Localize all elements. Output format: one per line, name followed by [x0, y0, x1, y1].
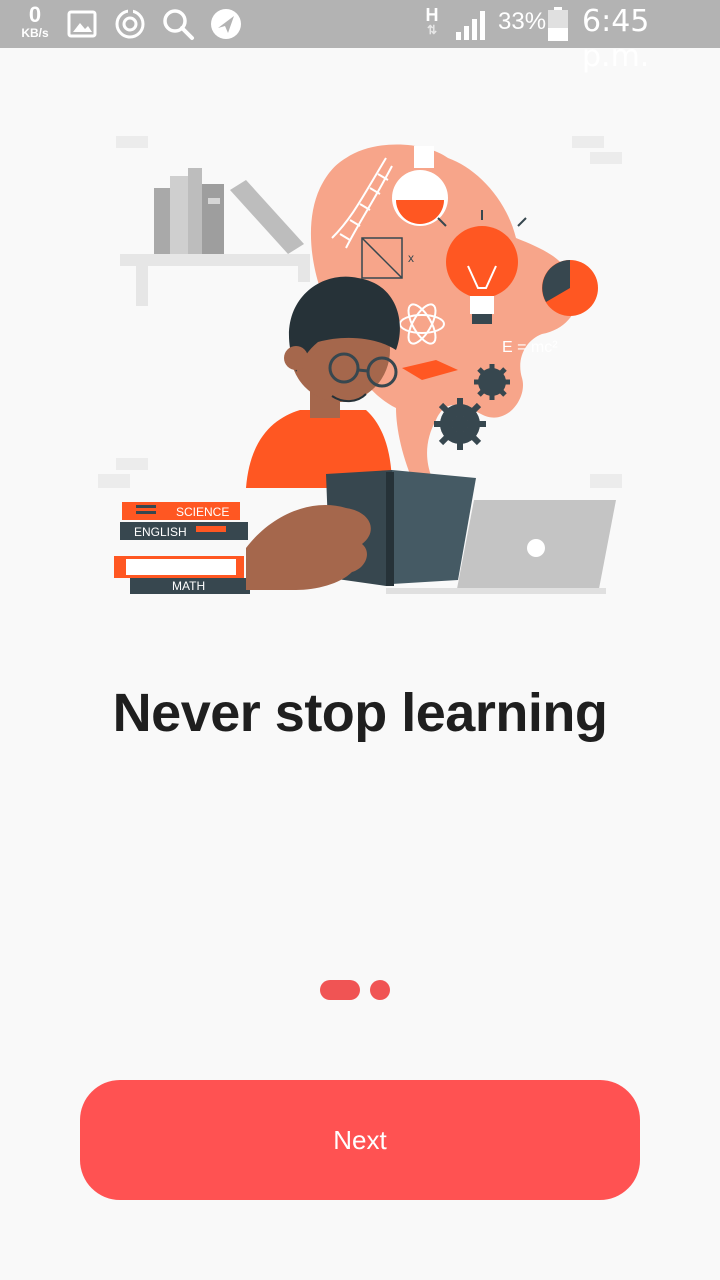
battery-icon	[548, 7, 568, 41]
gear-small-icon	[474, 364, 510, 400]
formula-text: E = mc²	[502, 339, 558, 356]
book-label-math: MATH	[172, 579, 205, 593]
next-button[interactable]: Next	[80, 1080, 640, 1200]
gear-large-icon	[434, 398, 486, 450]
pie-chart-icon	[542, 260, 598, 316]
network-speed-unit: KB/s	[21, 26, 49, 40]
student-reading-illustration: x E = mc² SCIENCE ENGLISH MATH	[98, 136, 622, 594]
network-type-label: H	[425, 5, 439, 25]
signal-icon	[456, 11, 485, 40]
book-label-english: ENGLISH	[134, 525, 187, 539]
student-figure	[246, 276, 400, 488]
book-stack: SCIENCE ENGLISH MATH	[114, 502, 250, 594]
book-label-science: SCIENCE	[176, 505, 229, 519]
page-indicator-dot-active[interactable]	[320, 980, 360, 1000]
clock: 6:45 p.m.	[582, 4, 650, 74]
battery-percent: 33%	[498, 8, 547, 35]
search-icon	[163, 9, 194, 40]
network-speed-value: 0	[28, 2, 42, 27]
chalk-letter: x	[408, 251, 414, 265]
network-type: H ⇅	[418, 6, 446, 36]
network-activity-arrows: ⇅	[426, 23, 438, 37]
gallery-icon	[67, 10, 97, 38]
onboarding-title: Never stop learning	[112, 683, 608, 743]
network-speed: 0 KB/s	[14, 2, 56, 40]
page-indicator-dot[interactable]	[370, 980, 390, 1000]
browser-icon	[211, 9, 241, 39]
bookshelf	[120, 168, 310, 306]
status-bar: 0 KB/s H ⇅ 33% 6:45 p.m.	[0, 0, 720, 74]
sync-icon	[115, 8, 145, 39]
